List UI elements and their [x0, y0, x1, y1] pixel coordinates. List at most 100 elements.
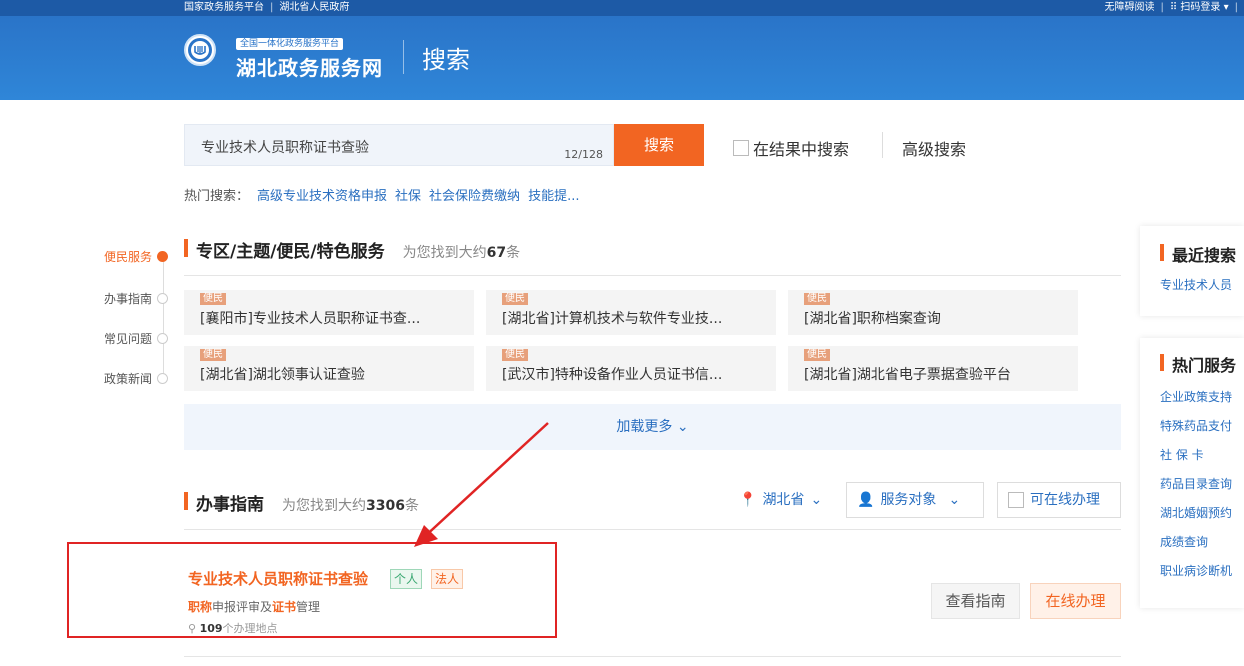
service-badge: 便民 [804, 349, 830, 361]
recent-searches-title: 最近搜索 [1140, 242, 1244, 266]
section-name: 专区/主题/便民/特色服务 [196, 242, 385, 262]
tag-legal-entity: 法人 [431, 569, 464, 589]
service-card[interactable]: 便民 [湖北省]职称档案查询 [788, 290, 1078, 335]
divider: | [1234, 2, 1238, 13]
top-links: 国家政务服务平台 | 湖北省人民政府 [184, 0, 349, 16]
hot-search-item[interactable]: 社会保险费缴纳 [429, 185, 520, 204]
service-card-title: [襄阳市]专业技术人员职称证书查... [200, 311, 421, 327]
hot-service-item[interactable]: 特殊药品支付 [1140, 417, 1244, 434]
chevron-down-icon: ⌄ [948, 492, 961, 508]
online-only-label: 可在线办理 [1030, 492, 1100, 508]
qr-login-label: 扫码登录 [1180, 2, 1221, 13]
recent-searches-panel: 最近搜索 专业技术人员 [1140, 226, 1244, 316]
service-badge: 便民 [200, 349, 226, 361]
service-target-dropdown[interactable]: 👤 服务对象 ⌄ [846, 482, 984, 518]
emblem-icon [188, 38, 212, 62]
hot-service-item[interactable]: 职业病诊断机 [1140, 562, 1244, 579]
checkbox-box[interactable] [733, 140, 749, 156]
site-title[interactable]: 湖北政务服务网 [236, 52, 383, 81]
service-badge: 便民 [200, 293, 226, 305]
hot-services-panel: 热门服务 企业政策支持 特殊药品支付 社 保 卡 药品目录查询 湖北婚姻预约 成… [1140, 338, 1244, 608]
search-input-value: 专业技术人员职称证书查验 [201, 140, 369, 156]
side-nav-item-convenience[interactable]: 便民服务 [80, 248, 170, 265]
accessibility-link[interactable]: 无障碍阅读 [1105, 0, 1155, 16]
section-result-count: 为您找到大约67条 [402, 245, 521, 261]
side-nav-item-faq[interactable]: 常见问题 [80, 330, 170, 347]
service-card-title: [湖北省]职称档案查询 [804, 311, 941, 327]
search-input[interactable]: 专业技术人员职称证书查验 12/128 [184, 124, 614, 166]
chevron-down-icon: ⌄ [810, 492, 823, 508]
recent-search-item[interactable]: 专业技术人员 [1140, 276, 1244, 293]
load-more-button[interactable]: 加载更多 ⌄ [184, 404, 1121, 450]
service-card[interactable]: 便民 [武汉市]特种设备作业人员证书信... [486, 346, 776, 391]
location-pin-icon: 📍 [739, 492, 757, 508]
divider: | [1160, 2, 1164, 13]
search-in-results-checkbox[interactable]: 在结果中搜索 [733, 136, 849, 160]
site-logo-emblem[interactable] [184, 34, 216, 66]
apply-online-button[interactable]: 在线办理 [1030, 583, 1121, 619]
result-locations: ⚲ 109个办理地点 [188, 622, 278, 635]
side-nav-label: 办事指南 [103, 292, 152, 306]
online-only-checkbox[interactable]: 可在线办理 [997, 482, 1121, 518]
location-pin-icon: ⚲ [188, 622, 197, 635]
hot-service-item[interactable]: 成绩查询 [1140, 533, 1244, 550]
view-guide-button[interactable]: 查看指南 [931, 583, 1020, 619]
section-guides-title: 办事指南 为您找到大约3306条 [184, 490, 419, 515]
top-bar: 国家政务服务平台 | 湖北省人民政府 无障碍阅读 | ⠿ 扫码登录 ▾ | [0, 0, 1244, 16]
search-button[interactable]: 搜索 [614, 124, 704, 166]
side-nav-label: 便民服务 [103, 250, 152, 264]
header-divider [403, 40, 404, 74]
section-accent-bar [184, 239, 188, 257]
site-header: 全国一体化政务服务平台 湖北政务服务网 搜索 [0, 16, 1244, 100]
service-card[interactable]: 便民 [湖北省]湖北领事认证查验 [184, 346, 474, 391]
hot-search-item[interactable]: 社保 [395, 185, 421, 204]
divider [882, 132, 883, 158]
service-badge: 便民 [502, 349, 528, 361]
result-title-link[interactable]: 专业技术人员职称证书查验 [188, 568, 368, 589]
annotation-arrow-icon [414, 422, 549, 547]
side-nav-line [163, 256, 164, 378]
service-target-label: 服务对象 [880, 492, 937, 508]
person-icon: 👤 [857, 492, 875, 508]
section-accent-bar [184, 492, 188, 510]
side-nav-label: 常见问题 [103, 332, 152, 346]
service-card[interactable]: 便民 [湖北省]计算机技术与软件专业技... [486, 290, 776, 335]
top-right-links: 无障碍阅读 | ⠿ 扫码登录 ▾ | [1105, 0, 1238, 16]
hot-search-item[interactable]: 技能提... [528, 185, 579, 204]
search-in-results-label: 在结果中搜索 [753, 140, 850, 159]
section-divider [184, 529, 1121, 530]
platform-tag: 全国一体化政务服务平台 [236, 38, 344, 50]
advanced-search-link[interactable]: 高级搜索 [902, 136, 966, 160]
side-nav-item-guides[interactable]: 办事指南 [80, 290, 170, 307]
section-result-count: 为您找到大约3306条 [282, 498, 419, 514]
hot-service-item[interactable]: 湖北婚姻预约 [1140, 504, 1244, 521]
service-card-title: [武汉市]特种设备作业人员证书信... [502, 367, 723, 383]
highlighted-result-box [67, 542, 557, 638]
service-card-title: [湖北省]湖北领事认证查验 [200, 367, 365, 383]
hot-service-item[interactable]: 企业政策支持 [1140, 388, 1244, 405]
nav-dot-icon [157, 293, 168, 304]
section-divider [184, 275, 1121, 276]
link-hubei-government[interactable]: 湖北省人民政府 [279, 0, 349, 16]
nav-dot-icon [157, 373, 168, 384]
qr-login-link[interactable]: ⠿ 扫码登录 ▾ [1170, 0, 1229, 16]
hot-services-title: 热门服务 [1140, 352, 1244, 376]
hot-searches: 热门搜索： 高级专业技术资格申报 社保 社会保险费缴纳 技能提... [184, 185, 579, 204]
service-card-title: [湖北省]湖北省电子票据查验平台 [804, 367, 1011, 383]
row-divider [184, 656, 1121, 657]
service-card[interactable]: 便民 [湖北省]湖北省电子票据查验平台 [788, 346, 1078, 391]
hot-search-item[interactable]: 高级专业技术资格申报 [257, 185, 387, 204]
side-nav-item-news[interactable]: 政策新闻 [80, 370, 170, 387]
nav-dot-icon [157, 333, 168, 344]
qr-icon: ⠿ [1169, 2, 1178, 13]
divider: | [270, 2, 274, 13]
service-badge: 便民 [804, 293, 830, 305]
checkbox-box[interactable] [1008, 492, 1024, 508]
link-national-platform[interactable]: 国家政务服务平台 [184, 0, 264, 16]
hot-service-item[interactable]: 社 保 卡 [1140, 446, 1244, 463]
region-filter-dropdown[interactable]: 📍 湖北省 ⌄ [729, 482, 833, 518]
service-card[interactable]: 便民 [襄阳市]专业技术人员职称证书查... [184, 290, 474, 335]
nav-dot-icon [157, 251, 168, 262]
hot-service-item[interactable]: 药品目录查询 [1140, 475, 1244, 492]
page-title: 搜索 [422, 46, 470, 74]
